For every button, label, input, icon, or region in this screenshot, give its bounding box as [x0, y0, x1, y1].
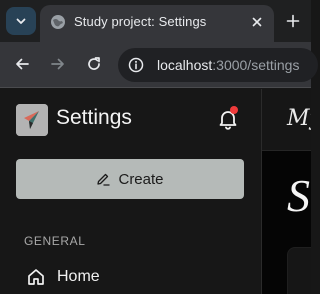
create-button-label: Create [118, 170, 164, 188]
plus-icon [286, 14, 300, 28]
sidebar: Settings Create GENERAL Home [0, 89, 261, 294]
browser-tab-strip: Study project: Settings [0, 0, 311, 42]
new-tab-button[interactable] [282, 10, 304, 32]
sidebar-item-label: Home [57, 268, 100, 285]
browser-tab-active[interactable]: Study project: Settings [40, 5, 274, 42]
info-icon [128, 57, 144, 73]
content-card [287, 247, 311, 294]
back-button[interactable] [11, 53, 33, 75]
site-info-button[interactable] [124, 53, 148, 77]
app-logo [16, 104, 48, 136]
browser-toolbar: localhost:3000/settings [0, 42, 318, 88]
arrow-right-icon [51, 58, 64, 70]
arrow-left-icon [16, 58, 29, 70]
sidebar-title: Settings [56, 106, 132, 129]
reload-icon [88, 57, 100, 70]
address-url: localhost:3000/settings [157, 57, 299, 73]
main-content: My S [261, 89, 311, 294]
tab-title: Study project: Settings [74, 14, 207, 29]
tab-search-button[interactable] [6, 7, 36, 35]
address-bar[interactable]: localhost:3000/settings [118, 48, 318, 82]
sidebar-item-home[interactable]: Home [16, 259, 244, 294]
close-icon [252, 17, 262, 27]
url-path: :3000/settings [212, 57, 300, 73]
chevron-down-icon [16, 18, 26, 24]
home-icon [28, 269, 44, 285]
globe-icon [51, 15, 65, 29]
main-header: My [262, 89, 311, 151]
create-button[interactable]: Create [16, 159, 244, 199]
reload-button[interactable] [83, 53, 105, 75]
tab-close-button[interactable] [248, 13, 266, 31]
forward-button[interactable] [47, 53, 69, 75]
url-host: localhost [157, 57, 213, 73]
paper-plane-icon [16, 104, 48, 136]
main-header-title: My [287, 106, 311, 131]
section-label-general: GENERAL [24, 234, 86, 248]
notification-badge [230, 106, 238, 114]
pencil-icon [97, 173, 111, 186]
page-heading: S [287, 170, 310, 221]
